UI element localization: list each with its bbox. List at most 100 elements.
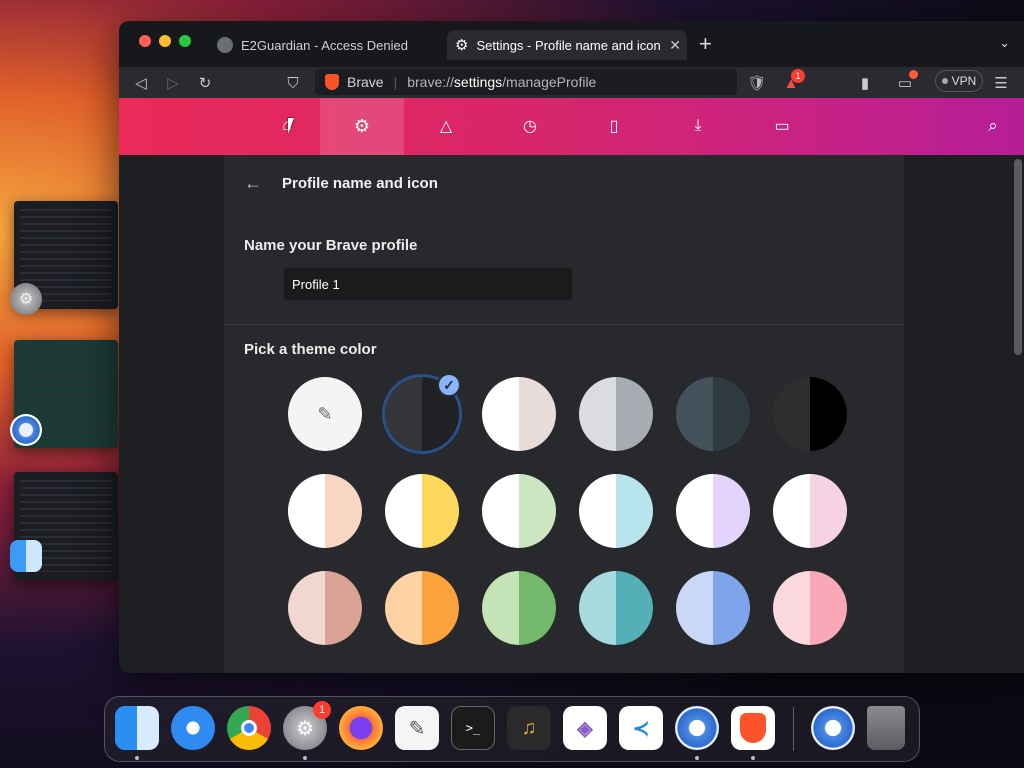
back-arrow-icon[interactable]: ← <box>244 173 262 194</box>
profile-name-input[interactable] <box>284 268 572 300</box>
swatch-left-half <box>676 571 713 645</box>
textedit-icon[interactable]: ✎ <box>395 706 439 750</box>
sidebar-toggle-icon[interactable]: ▮ <box>855 73 875 93</box>
tab-label: E2Guardian - Access Denied <box>241 37 408 53</box>
swatch-left-half <box>385 571 422 645</box>
theme-color-swatch[interactable] <box>288 474 362 548</box>
theme-color-swatch[interactable] <box>482 474 556 548</box>
theme-color-swatch[interactable] <box>385 571 459 645</box>
forward-button[interactable]: ▷ <box>163 73 183 93</box>
trash-icon[interactable] <box>867 706 905 750</box>
minimize-window-button[interactable] <box>159 35 171 47</box>
visual-studio-icon[interactable]: ◈ <box>563 706 607 750</box>
theme-color-swatch[interactable] <box>676 377 750 451</box>
vpn-status-dot <box>941 78 948 84</box>
finder-icon[interactable] <box>115 706 159 750</box>
running-indicator <box>303 756 307 760</box>
scrollbar[interactable] <box>1014 159 1022 355</box>
theme-color-swatch[interactable] <box>579 377 653 451</box>
browser-window: E2Guardian - Access Denied ⚙ Settings - … <box>119 21 1024 673</box>
close-tab-icon[interactable]: ✕ <box>669 37 681 54</box>
swatch-left-half <box>579 571 616 645</box>
theme-color-swatch[interactable] <box>288 571 362 645</box>
brave-lion-shape <box>740 713 766 743</box>
swatch-right-half <box>519 474 556 548</box>
tab-settings[interactable]: ⚙ Settings - Profile name and icon ✕ <box>447 30 687 60</box>
vpn-label: VPN <box>951 74 977 88</box>
nav-downloads-icon[interactable]: ⤓ <box>688 116 708 136</box>
nav-home-icon[interactable]: ⌂ <box>277 116 297 136</box>
swatch-left-half <box>773 474 810 548</box>
chromium-recent-icon[interactable] <box>811 706 855 750</box>
swatch-right-half <box>519 377 556 451</box>
swatch-right-half <box>422 571 459 645</box>
terminal-icon[interactable]: >_ <box>451 706 495 750</box>
url-path: /manageProfile <box>502 74 597 90</box>
reload-button[interactable]: ↻ <box>195 73 215 93</box>
chromium-icon[interactable] <box>675 706 719 750</box>
back-button[interactable]: ◁ <box>131 73 151 93</box>
swatch-left-half <box>676 377 713 451</box>
mouse-cursor <box>288 118 294 134</box>
bookmark-icon[interactable]: ⛉ <box>283 73 303 93</box>
garageband-icon[interactable]: ♫ <box>507 706 551 750</box>
swatch-left-half <box>773 377 810 451</box>
new-tab-button[interactable]: + <box>699 31 712 57</box>
tab-e2guardian[interactable]: E2Guardian - Access Denied <box>209 30 443 60</box>
nav-wallet-icon[interactable]: ▭ <box>772 116 792 136</box>
nav-settings-gear-icon[interactable]: ⚙ <box>352 116 372 136</box>
brave-icon[interactable] <box>731 706 775 750</box>
tab-list-chevron-icon[interactable]: ⌄ <box>999 35 1010 51</box>
vscode-icon[interactable]: ≺ <box>619 706 663 750</box>
url-brand: Brave <box>347 74 384 90</box>
firefox-icon[interactable] <box>339 706 383 750</box>
swatch-right-half <box>713 474 750 548</box>
settings-badge: 1 <box>313 701 331 719</box>
swatch-left-half <box>482 571 519 645</box>
theme-color-swatch[interactable]: ✎ <box>288 377 362 451</box>
safari-icon[interactable]: ✦ <box>171 706 215 750</box>
brave-shields-icon[interactable]: 🛡 <box>747 73 767 93</box>
theme-color-swatch[interactable] <box>579 571 653 645</box>
nav-history-icon[interactable]: ◷ <box>520 116 540 136</box>
nav-search-icon[interactable]: ⌕ <box>983 116 1003 136</box>
tab-label: Settings - Profile name and icon <box>476 37 661 53</box>
finder-icon <box>10 540 42 572</box>
close-window-button[interactable] <box>139 35 151 47</box>
theme-color-swatch[interactable] <box>676 571 750 645</box>
url-separator: | <box>393 74 398 90</box>
nav-rewards-icon[interactable]: △ <box>436 116 456 136</box>
name-heading: Name your Brave profile <box>244 237 418 254</box>
url-host: settings <box>453 74 503 90</box>
maximize-window-button[interactable] <box>179 35 191 47</box>
page-title: Profile name and icon <box>282 175 438 192</box>
vpn-button[interactable]: VPN <box>935 70 983 92</box>
swatch-right-half <box>713 571 750 645</box>
section-divider <box>224 324 904 325</box>
theme-color-swatch[interactable] <box>676 474 750 548</box>
swatch-right-half <box>810 571 847 645</box>
gear-icon: ⚙ <box>455 37 469 54</box>
theme-color-swatch[interactable] <box>773 377 847 451</box>
swatch-left-half <box>579 377 616 451</box>
theme-color-swatch[interactable] <box>773 571 847 645</box>
swatch-right-half <box>616 571 653 645</box>
running-indicator <box>751 756 755 760</box>
nav-bookmarks-icon[interactable]: ▯ <box>604 116 624 136</box>
dock-separator <box>793 707 794 751</box>
swatch-left-half <box>676 474 713 548</box>
running-indicator <box>695 756 699 760</box>
theme-color-swatch[interactable] <box>579 474 653 548</box>
chrome-icon[interactable] <box>227 706 271 750</box>
theme-color-swatch[interactable] <box>773 474 847 548</box>
menu-icon[interactable]: ☰ <box>991 73 1011 93</box>
selected-check-icon: ✓ <box>437 373 461 397</box>
tab-bar: E2Guardian - Access Denied ⚙ Settings - … <box>119 21 1024 67</box>
swatch-right-half <box>713 377 750 451</box>
theme-color-swatch[interactable] <box>482 377 556 451</box>
theme-color-swatch[interactable] <box>385 474 459 548</box>
theme-color-swatch[interactable] <box>482 571 556 645</box>
dock: ✦ ⚙ 1 ✎ >_ ♫ ◈ ≺ <box>104 696 920 762</box>
address-bar[interactable]: Brave | brave://settings/manageProfile <box>315 69 737 95</box>
swatch-right-half <box>519 571 556 645</box>
